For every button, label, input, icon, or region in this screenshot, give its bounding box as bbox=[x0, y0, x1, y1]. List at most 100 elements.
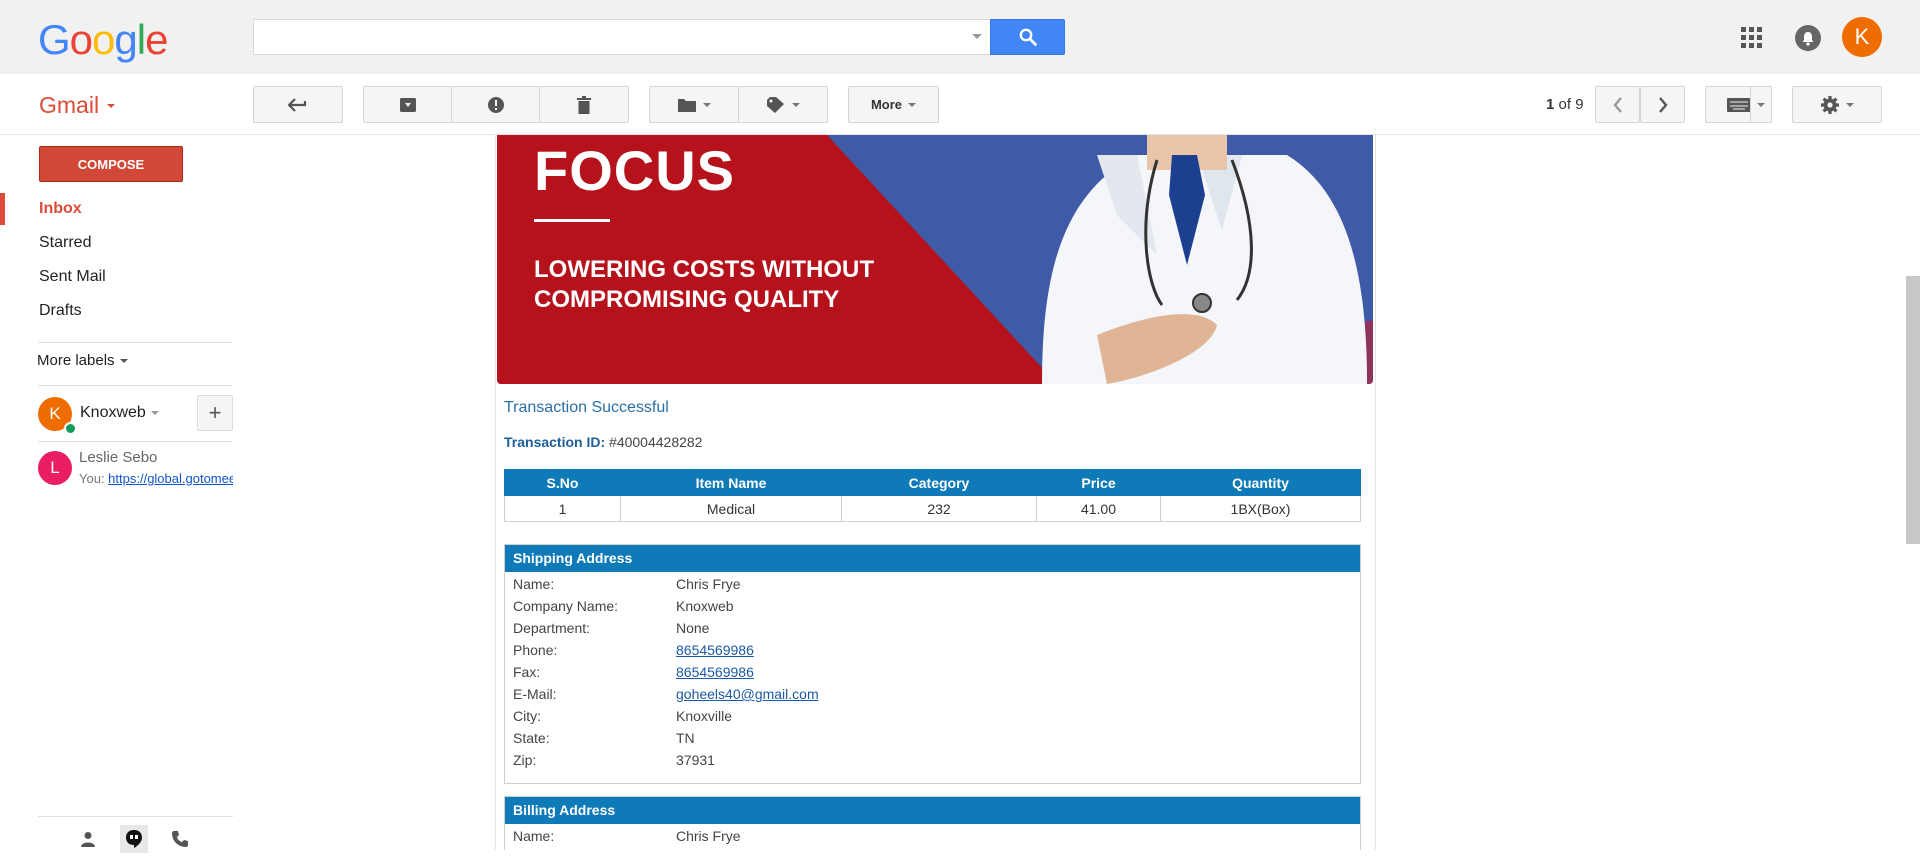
logo-letter: l bbox=[136, 16, 146, 63]
field-value: Knoxweb bbox=[676, 598, 734, 614]
sidebar-divider bbox=[38, 342, 233, 343]
email-body: FOCUS LOWERING COSTS WITHOUT COMPROMISIN… bbox=[495, 135, 1376, 850]
banner-subtitle-line: LOWERING COSTS WITHOUT bbox=[534, 256, 874, 283]
spam-icon bbox=[487, 96, 504, 113]
input-tools-dropdown[interactable] bbox=[1750, 86, 1772, 123]
notifications-bell-icon[interactable] bbox=[1795, 25, 1821, 51]
chevron-down-icon bbox=[119, 359, 128, 364]
address-row: State: TN bbox=[505, 727, 1360, 749]
more-button[interactable]: More bbox=[848, 86, 939, 123]
chat-preview-link[interactable]: https://global.gotomeeting.com bbox=[108, 471, 233, 486]
apps-grid-icon[interactable] bbox=[1741, 27, 1762, 48]
table-cell: 1 bbox=[504, 495, 621, 522]
contact-name[interactable]: Leslie Sebo bbox=[79, 449, 157, 466]
hangouts-quote-icon bbox=[126, 830, 142, 848]
billing-address-title: Billing Address bbox=[505, 797, 1360, 824]
new-conversation-button[interactable]: + bbox=[197, 395, 233, 431]
more-labels-toggle[interactable]: More labels bbox=[37, 352, 128, 369]
settings-button[interactable] bbox=[1792, 86, 1882, 123]
logo-letter: g bbox=[114, 16, 137, 63]
banner-title: FOCUS bbox=[534, 139, 735, 202]
logo-letter: o bbox=[92, 16, 115, 63]
field-label: E-Mail: bbox=[513, 686, 557, 702]
pagination-count: 1 of 9 bbox=[1546, 96, 1584, 113]
address-row: Name: Chris Frye bbox=[505, 573, 1360, 595]
contacts-tab[interactable] bbox=[74, 825, 102, 853]
account-avatar[interactable]: K bbox=[1842, 17, 1882, 57]
older-button[interactable] bbox=[1640, 86, 1685, 123]
plus-icon: + bbox=[208, 400, 222, 425]
online-status-dot bbox=[64, 422, 77, 435]
google-logo[interactable]: Google bbox=[38, 16, 168, 64]
more-button-label: More bbox=[870, 97, 903, 112]
fax-link[interactable]: 8654569986 bbox=[676, 661, 754, 683]
hangouts-user-menu[interactable]: Knoxweb bbox=[80, 404, 159, 422]
search-input[interactable] bbox=[254, 20, 990, 54]
contact-avatar[interactable]: L bbox=[38, 451, 72, 485]
chevron-left-icon bbox=[1612, 96, 1622, 113]
sidebar-item-drafts[interactable]: Drafts bbox=[39, 302, 82, 320]
search-button[interactable] bbox=[990, 19, 1065, 55]
address-row: City: Knoxville bbox=[505, 705, 1360, 727]
gmail-menu-caret-icon[interactable] bbox=[107, 104, 115, 108]
report-spam-button[interactable] bbox=[451, 86, 540, 123]
newer-button[interactable] bbox=[1595, 86, 1640, 123]
page-scrollbar[interactable] bbox=[1906, 276, 1920, 544]
logo-letter: G bbox=[38, 16, 71, 63]
phone-link[interactable]: 8654569986 bbox=[676, 639, 754, 661]
back-to-inbox-button[interactable] bbox=[253, 86, 343, 123]
address-row: Company Name: Knoxweb bbox=[505, 595, 1360, 617]
field-value: Chris Frye bbox=[676, 828, 741, 844]
dropdown-caret-icon bbox=[1846, 102, 1854, 107]
mail-toolbar: Gmail More 1 of 9 bbox=[0, 74, 1920, 135]
delete-button[interactable] bbox=[539, 86, 629, 123]
transaction-status: Transaction Successful bbox=[504, 399, 669, 416]
labels-button[interactable] bbox=[738, 86, 828, 123]
billing-address-panel: Billing Address Name: Chris Frye bbox=[504, 796, 1361, 850]
field-label: Name: bbox=[513, 576, 555, 592]
transaction-id-value: #40004428282 bbox=[605, 434, 703, 450]
banner-rule bbox=[534, 219, 610, 222]
archive-icon bbox=[399, 97, 416, 112]
phone-icon bbox=[172, 831, 188, 847]
chevron-down-icon bbox=[150, 410, 159, 415]
compose-button[interactable]: COMPOSE bbox=[39, 146, 183, 182]
dropdown-caret-icon bbox=[1757, 102, 1765, 107]
field-value: TN bbox=[676, 730, 695, 746]
pager-separator: of bbox=[1554, 96, 1576, 113]
pager-total: 9 bbox=[1575, 96, 1584, 113]
logo-letter: e bbox=[145, 16, 168, 63]
transaction-id: Transaction ID: #40004428282 bbox=[504, 434, 702, 450]
search-icon bbox=[1019, 28, 1037, 46]
search-options-caret-icon[interactable] bbox=[972, 34, 982, 39]
column-header: S.No bbox=[504, 469, 621, 496]
gmail-menu-label[interactable]: Gmail bbox=[39, 92, 99, 119]
label-tag-icon bbox=[767, 96, 784, 113]
column-header: Price bbox=[1036, 469, 1161, 496]
move-to-button[interactable] bbox=[649, 86, 739, 123]
phone-tab[interactable] bbox=[166, 825, 194, 853]
promo-banner-image: FOCUS LOWERING COSTS WITHOUT COMPROMISIN… bbox=[497, 135, 1373, 384]
archive-button[interactable] bbox=[363, 86, 452, 123]
chat-preview: You: https://global.gotomeeting.com bbox=[79, 471, 233, 486]
dropdown-caret-icon bbox=[792, 102, 800, 107]
email-link[interactable]: goheels40@gmail.com bbox=[676, 683, 819, 705]
dropdown-caret-icon bbox=[908, 102, 917, 107]
field-value: 37931 bbox=[676, 752, 715, 768]
field-label: Fax: bbox=[513, 664, 541, 680]
sidebar-divider bbox=[38, 441, 233, 442]
address-row: Department: None bbox=[505, 617, 1360, 639]
hangouts-tab[interactable] bbox=[120, 825, 148, 853]
field-label: Phone: bbox=[513, 642, 558, 658]
table-cell: 1BX(Box) bbox=[1160, 495, 1361, 522]
sidebar-item-sent-mail[interactable]: Sent Mail bbox=[39, 268, 106, 286]
address-row: Zip: 37931 bbox=[505, 749, 1360, 771]
column-header: Item Name bbox=[620, 469, 842, 496]
active-nav-indicator bbox=[0, 193, 5, 225]
sidebar-item-starred[interactable]: Starred bbox=[39, 234, 91, 252]
table-cell: Medical bbox=[620, 495, 842, 522]
sidebar-item-inbox[interactable]: Inbox bbox=[39, 200, 82, 218]
field-value: Knoxville bbox=[676, 708, 733, 724]
shipping-address-title: Shipping Address bbox=[505, 545, 1360, 572]
table-cell: 41.00 bbox=[1036, 495, 1161, 522]
